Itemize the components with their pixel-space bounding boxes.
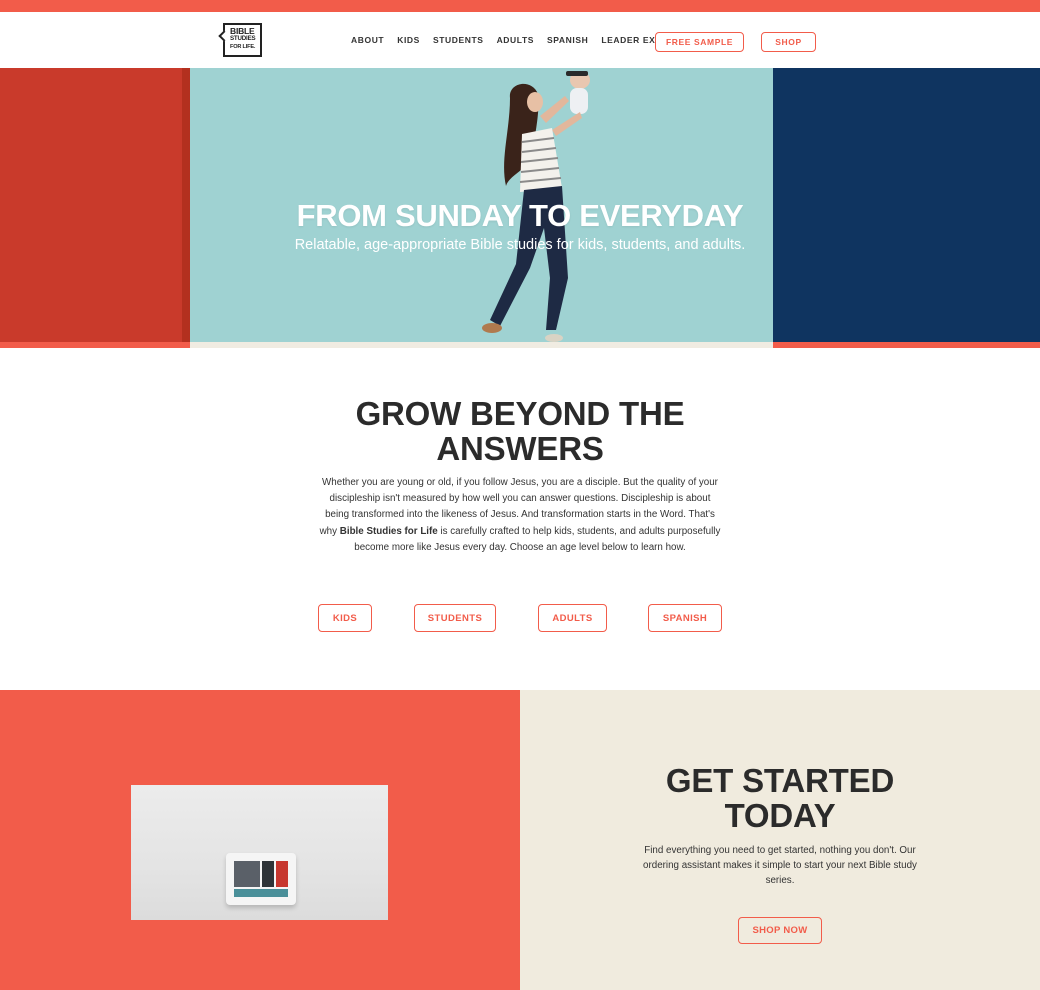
age-button-students[interactable]: STUDENTS: [414, 604, 496, 632]
site-logo[interactable]: BIBLE STUDIES FOR LIFE.: [223, 23, 262, 57]
age-button-spanish[interactable]: SPANISH: [648, 604, 722, 632]
product-box-image: [226, 853, 296, 905]
top-accent-bar: [0, 0, 1040, 12]
get-started-title-line-1: GET STARTED: [665, 762, 895, 799]
grow-body-line-1: Whether you are young or old, if you fol…: [322, 477, 718, 488]
free-sample-button[interactable]: FREE SAMPLE: [655, 32, 744, 52]
get-started-panel: GET STARTED TODAY Find everything you ne…: [520, 690, 1040, 990]
get-started-title: GET STARTED TODAY: [520, 763, 1040, 833]
grow-section: GROW BEYOND THE ANSWERS Whether you are …: [0, 348, 1040, 690]
get-started-body-line-3: series.: [765, 875, 795, 886]
hero-title: FROM SUNDAY TO EVERYDAY: [296, 198, 744, 233]
logo-line-3: FOR LIFE.: [230, 44, 256, 50]
grow-title-line-1: GROW BEYOND THE: [355, 395, 685, 432]
hero-subtitle: Relatable, age-appropriate Bible studies…: [294, 237, 746, 253]
product-kit-photo: [131, 785, 388, 920]
get-started-body-line-2: ordering assistant makes it simple to st…: [643, 860, 917, 871]
main-nav: ABOUT KIDS STUDENTS ADULTS SPANISH LEADE…: [351, 12, 681, 68]
grow-body-line-2: discipleship isn't measured by how well …: [329, 493, 711, 505]
get-started-image-panel: [0, 690, 520, 990]
get-started-description: Find everything you need to get started,…: [630, 843, 930, 888]
grow-title: GROW BEYOND THE ANSWERS: [320, 396, 720, 466]
grow-body-line-4-post: is carefully crafted to help kids, stude…: [437, 525, 721, 537]
age-button-adults[interactable]: ADULTS: [538, 604, 607, 632]
nav-link-kids[interactable]: KIDS: [397, 35, 420, 45]
brand-name-bold: Bible Studies for Life: [339, 525, 438, 537]
site-header: BIBLE STUDIES FOR LIFE. ABOUT KIDS STUDE…: [0, 12, 1040, 68]
grow-body-line-5: become more like Jesus every day. Choose…: [354, 541, 686, 553]
get-started-title-line-2: TODAY: [724, 797, 836, 834]
get-started-body-line-1: Find everything you need to get started,…: [644, 845, 916, 856]
grow-body-line-4-pre: why: [319, 525, 340, 537]
nav-link-adults[interactable]: ADULTS: [497, 35, 534, 45]
grow-body-line-3: being transformed into the likeness of J…: [325, 509, 715, 521]
grow-title-line-2: ANSWERS: [436, 430, 604, 467]
nav-link-spanish[interactable]: SPANISH: [547, 35, 588, 45]
age-button-kids[interactable]: KIDS: [318, 604, 372, 632]
grow-description: Whether you are young or old, if you fol…: [316, 475, 724, 556]
shop-now-button[interactable]: SHOP NOW: [738, 917, 822, 944]
logo-line-2: STUDIES: [230, 35, 256, 42]
nav-link-about[interactable]: ABOUT: [351, 35, 384, 45]
logo-line-1: BIBLE: [230, 26, 255, 36]
hero-banner: FROM SUNDAY TO EVERYDAY Relatable, age-a…: [0, 68, 1040, 348]
nav-link-students[interactable]: STUDENTS: [433, 35, 484, 45]
shop-button[interactable]: SHOP: [761, 32, 816, 52]
